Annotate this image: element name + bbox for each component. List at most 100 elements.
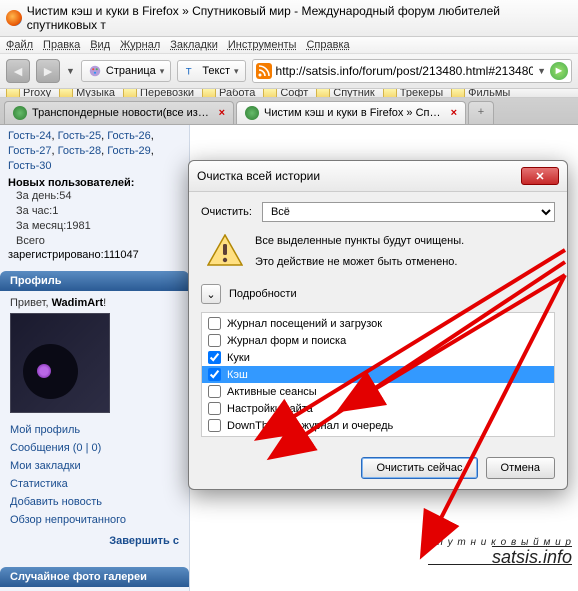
- guest-link[interactable]: Гость-26: [107, 130, 151, 142]
- menu-view[interactable]: Вид: [90, 39, 110, 51]
- chevron-down-icon: ⌄: [206, 288, 215, 301]
- guest-link[interactable]: Гость-25: [58, 130, 102, 142]
- clear-item-label: Журнал форм и поиска: [227, 335, 346, 347]
- clear-item-label: DownThemAll! журнал и очередь: [227, 420, 393, 432]
- stat-hour: За час:1: [16, 204, 181, 219]
- url-dropdown[interactable]: ▼: [537, 66, 546, 76]
- close-icon[interactable]: ×: [451, 107, 457, 119]
- stat-day: За день:54: [16, 189, 181, 204]
- tab-2[interactable]: Чистим кэш и куки в Firefox » Спутн… ×: [236, 101, 466, 124]
- new-users-heading: Новых пользователей:: [8, 177, 181, 189]
- guest-link[interactable]: Гость-30: [8, 160, 52, 172]
- back-button[interactable]: ◄: [6, 59, 30, 83]
- tab-label: Транспондерные новости(все изми…: [32, 107, 214, 119]
- clear-history-dialog: Очистка всей истории ✕ Очистить: Всё Все…: [188, 160, 568, 490]
- feed-icon[interactable]: [256, 63, 272, 79]
- link-statistics[interactable]: Статистика: [10, 475, 179, 493]
- dialog-title: Очистка всей истории: [197, 169, 320, 183]
- link-messages[interactable]: Сообщения (0 | 0): [10, 439, 179, 457]
- clear-item[interactable]: Куки: [202, 349, 554, 366]
- clear-item[interactable]: Активные сеансы: [202, 383, 554, 400]
- tabstrip: Транспондерные новости(все изми… × Чисти…: [0, 98, 578, 125]
- stat-month: За месяц:1981: [16, 219, 181, 234]
- clear-items-list: Журнал посещений и загрузок Журнал форм и…: [201, 312, 555, 437]
- clear-item-checkbox[interactable]: [208, 385, 221, 398]
- bookmark-music[interactable]: Музыка: [59, 89, 115, 98]
- bookmark-movies[interactable]: Фильмы: [451, 89, 510, 98]
- warning-text: Все выделенные пункты будут очищены. Это…: [255, 234, 464, 270]
- svg-text:T: T: [186, 67, 192, 78]
- bookmark-trackers[interactable]: Трекеры: [383, 89, 443, 98]
- go-button[interactable]: ►: [550, 62, 568, 80]
- tab-1[interactable]: Транспондерные новости(все изми… ×: [4, 101, 234, 124]
- text-icon: T: [184, 64, 198, 78]
- clear-item-checkbox[interactable]: [208, 368, 221, 381]
- clear-item[interactable]: Настройки сайта: [202, 400, 554, 417]
- bookmark-proxy[interactable]: Proxy: [6, 89, 51, 98]
- url-input[interactable]: [276, 64, 534, 78]
- clear-item[interactable]: Журнал посещений и загрузок: [202, 315, 554, 332]
- bookmark-work[interactable]: Работа: [202, 89, 255, 98]
- clear-item-checkbox[interactable]: [208, 351, 221, 364]
- cancel-button[interactable]: Отмена: [486, 457, 555, 479]
- paint-icon: [88, 64, 102, 78]
- gallery-panel-header: Случайное фото галереи: [0, 567, 189, 587]
- guest-link[interactable]: Гость-24: [8, 130, 52, 142]
- page-style-button[interactable]: Страница▾: [81, 60, 171, 82]
- folder-icon: [316, 89, 330, 98]
- stat-total-label: Всего: [16, 234, 181, 249]
- link-my-bookmarks[interactable]: Мои закладки: [10, 457, 179, 475]
- guest-link[interactable]: Гость-29: [107, 145, 151, 157]
- details-toggle[interactable]: ⌄: [201, 284, 221, 304]
- warning-icon: [207, 234, 243, 266]
- menu-edit[interactable]: Правка: [43, 39, 80, 51]
- clear-item[interactable]: Журнал форм и поиска: [202, 332, 554, 349]
- clear-item-checkbox[interactable]: [208, 334, 221, 347]
- tab-label: Чистим кэш и куки в Firefox » Спутн…: [264, 107, 446, 119]
- menu-help[interactable]: Справка: [306, 39, 349, 51]
- link-add-news[interactable]: Добавить новость: [10, 493, 179, 511]
- avatar[interactable]: [10, 313, 110, 413]
- nav-history-dropdown[interactable]: ▼: [66, 66, 75, 76]
- clear-item[interactable]: DownThemAll! журнал и очередь: [202, 417, 554, 434]
- folder-icon: [6, 89, 20, 98]
- new-tab-button[interactable]: +: [468, 101, 494, 124]
- folder-icon: [202, 89, 216, 98]
- clear-item-checkbox[interactable]: [208, 402, 221, 415]
- clear-item-checkbox[interactable]: [208, 419, 221, 432]
- bookmarks-bar: Proxy Музыка Перевозки Работа Софт Спутн…: [0, 89, 578, 98]
- dialog-titlebar[interactable]: Очистка всей истории ✕: [189, 161, 567, 192]
- close-button[interactable]: ✕: [521, 167, 559, 185]
- menu-bookmarks[interactable]: Закладки: [170, 39, 218, 51]
- bookmark-soft[interactable]: Софт: [263, 89, 308, 98]
- bookmark-sat[interactable]: Спутник: [316, 89, 374, 98]
- menu-file[interactable]: Файл: [6, 39, 33, 51]
- address-bar[interactable]: ▼ ►: [252, 59, 572, 83]
- clear-item-checkbox[interactable]: [208, 317, 221, 330]
- clear-item-label: Кэш: [227, 369, 248, 381]
- details-label: Подробности: [229, 288, 297, 300]
- page-style-label: Страница: [106, 65, 156, 77]
- menu-history[interactable]: Журнал: [120, 39, 160, 51]
- forum-sidebar: Гость-24, Гость-25, Гость-26, Гость-27, …: [0, 125, 190, 591]
- bookmark-label: Трекеры: [400, 89, 443, 98]
- menu-tools[interactable]: Инструменты: [228, 39, 297, 51]
- site-icon: [245, 106, 259, 120]
- link-my-profile[interactable]: Мой профиль: [10, 421, 179, 439]
- clear-item[interactable]: Кэш: [202, 366, 554, 383]
- guest-link[interactable]: Гость-28: [58, 145, 102, 157]
- close-icon[interactable]: ×: [219, 107, 225, 119]
- clear-range-select[interactable]: Всё: [262, 202, 555, 222]
- bookmark-label: Работа: [219, 89, 255, 98]
- bookmark-label: Софт: [280, 89, 308, 98]
- link-unread[interactable]: Обзор непрочитанного: [10, 511, 179, 529]
- text-size-button[interactable]: T Текст▾: [177, 60, 245, 82]
- bookmark-transport[interactable]: Перевозки: [123, 89, 194, 98]
- guest-link[interactable]: Гость-27: [8, 145, 52, 157]
- forward-button[interactable]: ►: [36, 59, 60, 83]
- link-logout[interactable]: Завершить с: [10, 535, 179, 547]
- folder-icon: [123, 89, 137, 98]
- greeting: Привет, WadimArt!: [10, 297, 179, 309]
- clear-item-label: Куки: [227, 352, 250, 364]
- clear-now-button[interactable]: Очистить сейчас: [361, 457, 477, 479]
